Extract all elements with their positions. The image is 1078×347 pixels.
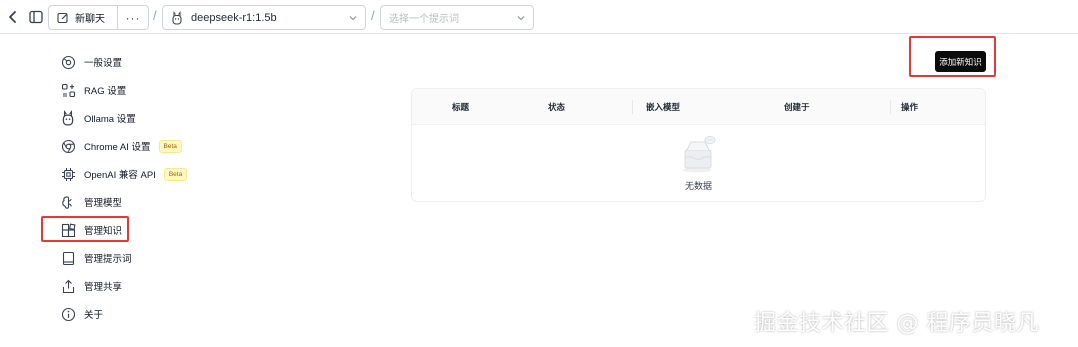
chip-icon (60, 166, 76, 182)
more-icon: ··· (125, 10, 141, 25)
gear-icon (60, 54, 76, 70)
sidebar-item-label: 管理共享 (84, 282, 123, 293)
sidebar-item-label: Ollama 设置 (84, 114, 136, 125)
sidebar-item-label: 一般设置 (84, 58, 123, 69)
empty-text: 无数据 (684, 181, 712, 191)
share-icon (60, 278, 76, 294)
chevron-left-icon (9, 11, 16, 23)
sidebar-item-chrome-ai[interactable]: Chrome AI 设置 Beta (55, 134, 295, 158)
prompt-select[interactable]: 选择一个提示词 (380, 5, 534, 30)
highlight-box (41, 216, 129, 242)
sidebar-item-general[interactable]: 一般设置 (55, 50, 295, 74)
prompt-placeholder: 选择一个提示词 (389, 14, 459, 25)
sidebar-item-label: 管理提示词 (84, 254, 132, 265)
sidebar-item-label: Chrome AI 设置 (84, 142, 151, 153)
sidebar-item-label: OpenAI 兼容 API (84, 170, 156, 181)
empty-state: 无数据 (412, 125, 985, 201)
sidebar-item-about[interactable]: 关于 (55, 302, 295, 326)
info-icon (60, 306, 76, 322)
sidebar-item-label: 管理模型 (84, 198, 123, 209)
column-header-embedding-model[interactable]: 嵌入模型 (646, 89, 680, 125)
model-value: deepseek-r1:1.5b (191, 11, 277, 24)
chevron-down-icon (349, 16, 357, 21)
ollama-icon (60, 110, 76, 126)
top-bar: 新聊天 ··· / deepseek-r1:1.5b / 选择一个提示词 (0, 0, 1078, 34)
table-header: 标题 状态 嵌入模型 创建于 操作 (412, 89, 985, 125)
beta-badge: Beta (163, 167, 188, 181)
sidebar-icon (29, 10, 43, 24)
sidebar-item-label: RAG 设置 (84, 86, 127, 97)
breadcrumb-separator: / (371, 8, 375, 23)
brain-icon (60, 194, 76, 210)
column-divider (890, 100, 891, 114)
model-select[interactable]: deepseek-r1:1.5b (162, 5, 366, 30)
sidebar-item-label: 关于 (84, 310, 104, 321)
rag-icon (60, 82, 76, 98)
beta-badge: Beta (158, 139, 182, 153)
new-chat-button[interactable]: 新聊天 (48, 5, 118, 30)
new-chat-label: 新聊天 (75, 14, 105, 25)
column-header-actions[interactable]: 操作 (901, 89, 918, 125)
chevron-down-icon (517, 16, 525, 21)
more-options-button[interactable]: ··· (118, 5, 149, 30)
column-header-status[interactable]: 状态 (548, 89, 565, 125)
ollama-icon (172, 10, 182, 25)
sidebar-item-ollama[interactable]: Ollama 设置 (55, 106, 295, 130)
watermark: 掘金技术社区 @ 程序员晓凡 (754, 311, 1039, 336)
sidebar-item-manage-prompts[interactable]: 管理提示词 (55, 246, 295, 270)
knowledge-table: 标题 状态 嵌入模型 创建于 操作 无数据 (411, 88, 986, 202)
column-header-created-at[interactable]: 创建于 (784, 89, 810, 125)
add-knowledge-button[interactable]: 添加新知识 (935, 51, 986, 72)
edit-icon (57, 12, 68, 23)
add-knowledge-label: 添加新知识 (939, 56, 982, 67)
sidebar-toggle-button[interactable] (27, 7, 45, 27)
chrome-icon (60, 138, 76, 154)
back-button[interactable] (4, 7, 22, 27)
column-divider (632, 100, 633, 114)
breadcrumb-separator: / (153, 8, 157, 23)
empty-inbox-icon (682, 136, 715, 173)
book-icon (60, 250, 76, 266)
sidebar-item-rag[interactable]: RAG 设置 (55, 78, 295, 102)
sidebar-item-manage-sharing[interactable]: 管理共享 (55, 274, 295, 298)
sidebar-item-manage-models[interactable]: 管理模型 (55, 190, 295, 214)
sidebar-item-openai-api[interactable]: OpenAI 兼容 API Beta (55, 162, 295, 186)
column-header-title[interactable]: 标题 (452, 89, 469, 125)
